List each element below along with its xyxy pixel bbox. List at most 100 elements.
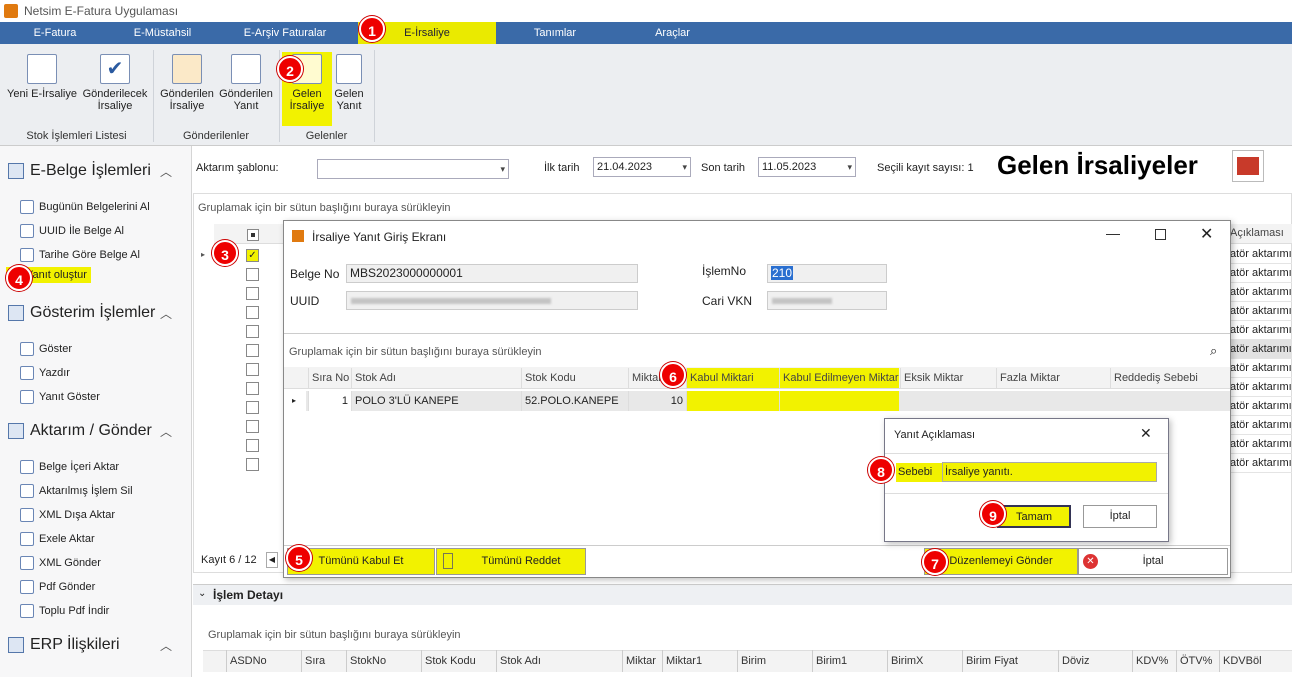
new-e-irsaliye-button[interactable]: Yeni E-İrsaliye: [6, 54, 78, 100]
col-eksik-miktar[interactable]: Eksik Miktar: [900, 368, 963, 388]
subdialog-cancel-button[interactable]: İptal: [1083, 505, 1157, 528]
prev-record-button[interactable]: ◀: [266, 552, 278, 568]
redacted-vkn: [772, 298, 832, 304]
incoming-response-button[interactable]: Gelen Yanıt: [332, 54, 366, 112]
col-birim1[interactable]: Birim1: [812, 650, 847, 672]
sidebar-group-display[interactable]: Gösterim İşlemler ︿: [8, 304, 188, 322]
select-all-checkbox[interactable]: [247, 229, 259, 241]
maximize-icon[interactable]: [1155, 229, 1166, 240]
sidebar-item-show[interactable]: Göster: [20, 342, 72, 356]
row-checkbox[interactable]: [246, 363, 259, 376]
chevron-up-icon[interactable]: ︿: [160, 163, 172, 180]
row-checkbox[interactable]: [246, 420, 259, 433]
islem-no-field[interactable]: 210: [767, 264, 887, 283]
sidebar-group-transfer[interactable]: Aktarım / Gönder ︿: [8, 422, 188, 440]
chevron-down-icon[interactable]: ⌄: [198, 588, 206, 599]
row-checkbox[interactable]: [246, 268, 259, 281]
sidebar-group-erp[interactable]: ERP İlişkileri ︿: [8, 636, 188, 654]
detail-title[interactable]: İşlem Detayı: [193, 585, 1292, 605]
exit-button[interactable]: [1232, 150, 1264, 182]
reason-input[interactable]: İrsaliye yanıtı.: [942, 462, 1157, 482]
col-miktar[interactable]: Miktar: [622, 650, 656, 672]
col-birim[interactable]: Birim: [737, 650, 766, 672]
sidebar-item-uuid-get[interactable]: UUID İle Belge Al: [20, 224, 124, 238]
row-checkbox-checked[interactable]: ✓: [246, 249, 259, 262]
to-send-irsaliye-button[interactable]: ✔ Gönderilecek İrsaliye: [82, 54, 148, 112]
page-title: Gelen İrsaliyeler: [997, 150, 1198, 180]
sidebar-item-show-response[interactable]: Yanıt Göster: [20, 390, 100, 404]
dialog-cancel-button[interactable]: ✕ İptal: [1078, 548, 1228, 575]
sidebar-item-delete-transferred[interactable]: Aktarılmış İşlem Sil: [20, 484, 133, 498]
sidebar-item-xml-send[interactable]: XML Gönder: [20, 556, 101, 570]
col-stokadi[interactable]: Stok Adı: [496, 650, 541, 672]
col-doviz[interactable]: Döviz: [1058, 650, 1090, 672]
col-stokkodu[interactable]: Stok Kodu: [421, 650, 476, 672]
close-icon[interactable]: ✕: [1140, 425, 1152, 442]
cell-stok-kodu[interactable]: 52.POLO.KANEPE: [521, 391, 628, 411]
row-checkbox[interactable]: [246, 287, 259, 300]
chevron-up-icon[interactable]: ︿: [160, 637, 172, 654]
search-icon[interactable]: ⌕: [1210, 343, 1217, 359]
close-icon[interactable]: ✕: [1200, 224, 1213, 244]
sidebar-item-excel-export[interactable]: Exele Aktar: [20, 532, 95, 546]
col-sira-no[interactable]: Sıra No: [308, 368, 349, 388]
end-date-label: Son tarih: [701, 162, 746, 174]
sidebar-item-xml-export[interactable]: XML Dışa Aktar: [20, 508, 115, 522]
chevron-up-icon[interactable]: ︿: [160, 423, 172, 440]
row-checkbox[interactable]: [246, 306, 259, 319]
sent-irsaliye-button[interactable]: Gönderilen İrsaliye: [158, 54, 216, 112]
col-stokno[interactable]: StokNo: [346, 650, 386, 672]
col-kdv[interactable]: KDV%: [1132, 650, 1168, 672]
sidebar-item-todays-documents[interactable]: Bugünün Belgelerini Al: [20, 200, 150, 214]
cari-vkn-field[interactable]: [767, 291, 887, 310]
col-sira[interactable]: Sıra: [301, 650, 325, 672]
reject-all-button[interactable]: Tümünü Reddet: [436, 548, 586, 575]
col-kabul-miktari[interactable]: Kabul Miktari: [686, 368, 780, 388]
end-date-picker[interactable]: 11.05.2023 ▾: [758, 157, 856, 177]
belge-no-field[interactable]: MBS2023000000001: [346, 264, 638, 283]
row-checkbox[interactable]: [246, 458, 259, 471]
cell-miktar[interactable]: 10: [628, 391, 686, 411]
sidebar-item-date-get[interactable]: Tarihe Göre Belge Al: [20, 248, 140, 262]
minimize-icon[interactable]: —: [1106, 225, 1120, 241]
tab-e-fatura[interactable]: E-Fatura: [0, 22, 110, 44]
cell-stok-adi[interactable]: POLO 3'LÜ KANEPE: [351, 391, 521, 411]
template-select[interactable]: ▾: [317, 159, 509, 179]
chevron-up-icon[interactable]: ︿: [160, 305, 172, 322]
tab-e-arsiv[interactable]: E-Arşiv Faturalar: [215, 22, 355, 44]
sidebar-item-import[interactable]: Belge İçeri Aktar: [20, 460, 119, 474]
sidebar-item-print[interactable]: Yazdır: [20, 366, 70, 380]
col-kabul-edilmeyen[interactable]: Kabul Edilmeyen Miktar: [779, 368, 899, 388]
row-checkbox[interactable]: [246, 439, 259, 452]
start-date-picker[interactable]: 21.04.2023 ▾: [593, 157, 691, 177]
uuid-field[interactable]: [346, 291, 638, 310]
pdf-download-icon: [20, 604, 34, 618]
col-miktar[interactable]: Miktar: [628, 368, 662, 388]
sidebar-item-pdf-send[interactable]: Pdf Gönder: [20, 580, 95, 594]
tab-araclar[interactable]: Araçlar: [615, 22, 730, 44]
col-kdvbol[interactable]: KDVBöl: [1219, 650, 1262, 672]
cell-kabul-edilmeyen[interactable]: [779, 391, 899, 411]
col-stok-adi[interactable]: Stok Adı: [351, 368, 396, 388]
tab-tanimlar[interactable]: Tanımlar: [500, 22, 610, 44]
sent-response-button[interactable]: Gönderilen Yanıt: [217, 54, 275, 112]
row-checkbox[interactable]: [246, 325, 259, 338]
row-checkbox[interactable]: [246, 344, 259, 357]
row-checkbox[interactable]: [246, 382, 259, 395]
sidebar-group-ebelge[interactable]: E-Belge İşlemleri ︿: [8, 162, 188, 180]
col-birimx[interactable]: BirimX: [887, 650, 923, 672]
row-checkbox[interactable]: [246, 401, 259, 414]
col-otv[interactable]: ÖTV%: [1176, 650, 1212, 672]
col-asdno[interactable]: ASDNo: [226, 650, 267, 672]
col-birimfiyat[interactable]: Birim Fiyat: [962, 650, 1018, 672]
tab-e-mustahsil[interactable]: E-Müstahsil: [110, 22, 215, 44]
col-reddedis-sebebi[interactable]: Reddediş Sebebi: [1110, 368, 1198, 388]
grid-cell-aciklama: atör aktarımı: [1230, 302, 1292, 321]
col-fazla-miktar[interactable]: Fazla Miktar: [996, 368, 1060, 388]
sidebar-item-bulk-pdf[interactable]: Toplu Pdf İndir: [20, 604, 109, 618]
cell-kabul-miktari[interactable]: [686, 391, 779, 411]
cell-sira[interactable]: 1: [308, 391, 351, 411]
ok-button[interactable]: Tamam: [997, 505, 1071, 528]
col-miktar1[interactable]: Miktar1: [662, 650, 702, 672]
col-stok-kodu[interactable]: Stok Kodu: [521, 368, 576, 388]
